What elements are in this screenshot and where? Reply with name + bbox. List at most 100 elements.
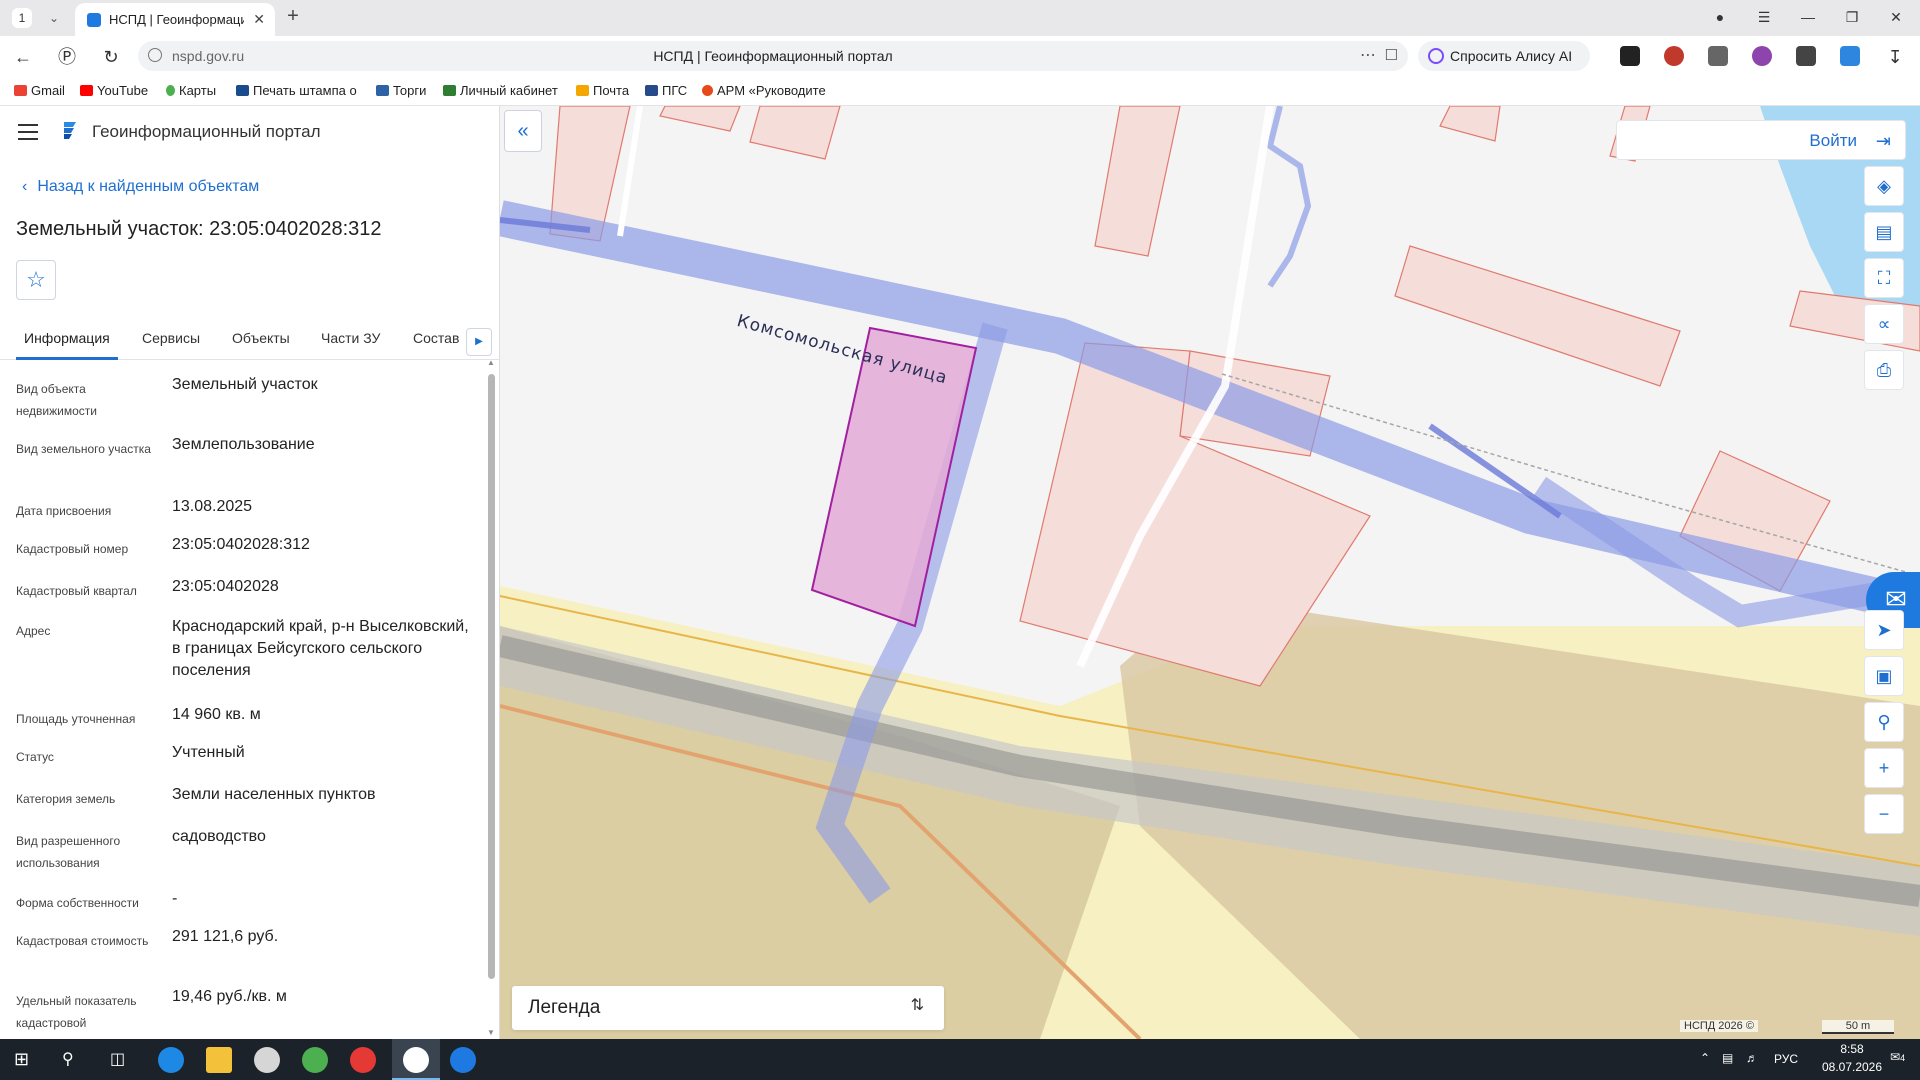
clock-time[interactable]: 8:58: [1822, 1042, 1882, 1056]
ask-alice-button[interactable]: Спросить Алису AI: [1418, 41, 1590, 71]
ruler-button[interactable]: ▤: [1864, 212, 1904, 252]
windows-start-icon[interactable]: ⊞: [14, 1049, 29, 1070]
internet-explorer-icon[interactable]: [158, 1047, 184, 1073]
minimap-button[interactable]: ▣: [1864, 656, 1904, 696]
bookmark-arm[interactable]: АРМ «Руководите: [702, 83, 828, 98]
extension-puzzle-icon[interactable]: [1796, 46, 1816, 66]
property-label: Удельный показатель кадастровой: [16, 994, 137, 1030]
zoom-out-button[interactable]: −: [1864, 794, 1904, 834]
scrollbar-thumb[interactable]: [488, 374, 495, 979]
downloads-icon[interactable]: ↧: [1882, 44, 1908, 70]
property-label: Вид разрешенного использования: [16, 834, 121, 870]
property-value: Землепользование: [172, 436, 315, 453]
zoom-area-button[interactable]: ⚲: [1864, 702, 1904, 742]
tab-counter[interactable]: 1: [12, 8, 32, 28]
browser-menu-icon[interactable]: ☰: [1750, 6, 1778, 28]
notifications-icon[interactable]: ✉4: [1890, 1050, 1905, 1064]
file-explorer-icon[interactable]: [206, 1047, 232, 1073]
search-icon[interactable]: ⚲: [62, 1049, 74, 1069]
yandex-icon[interactable]: Ⓟ: [54, 44, 80, 70]
bookmark-stamp[interactable]: Печать штампа о: [236, 83, 360, 98]
bookmark-pgs[interactable]: ПГС: [645, 83, 687, 98]
map-layers: [500, 106, 1920, 1039]
parcel[interactable]: [1394, 245, 1681, 387]
app-c-icon[interactable]: [254, 1047, 280, 1073]
bookmark-torgi[interactable]: Торги: [376, 83, 426, 98]
extension-circle-icon[interactable]: [1752, 46, 1772, 66]
tab-composition[interactable]: Состав: [413, 330, 459, 346]
browser-app-icon[interactable]: [450, 1047, 476, 1073]
tabs-scroll-right-icon[interactable]: ▶: [466, 328, 492, 356]
youtube-icon: [80, 85, 93, 96]
map-scale: 50 m: [1822, 1020, 1894, 1034]
layers-button[interactable]: ◈: [1864, 166, 1904, 206]
parcel[interactable]: [1094, 106, 1181, 257]
tab-services[interactable]: Сервисы: [142, 330, 200, 346]
bookmark-mail[interactable]: Почта: [576, 83, 629, 98]
extension-k-icon[interactable]: [1620, 46, 1640, 66]
tab-objects[interactable]: Объекты: [232, 330, 290, 346]
print-button[interactable]: ⎙: [1864, 350, 1904, 390]
tab-list-chevron-icon[interactable]: ⌄: [44, 8, 64, 28]
reload-icon[interactable]: ↻: [98, 44, 124, 70]
locate-button[interactable]: ➤: [1864, 610, 1904, 650]
alice-icon: [1428, 48, 1444, 64]
notification-count: 4: [1900, 1053, 1906, 1063]
login-button[interactable]: Войти ⇥: [1616, 120, 1906, 160]
scroll-down-icon[interactable]: ▼: [487, 1028, 495, 1037]
property-value: -: [172, 890, 178, 907]
object-info-panel: Геоинформационный портал ‹ Назад к найден…: [0, 106, 500, 1039]
zoom-area-icon: ⚲: [1877, 712, 1891, 732]
zoom-in-button[interactable]: +: [1864, 748, 1904, 788]
favorite-star-button[interactable]: ☆: [16, 260, 56, 300]
object-title: Земельный участок: 23:05:0402028:312: [16, 218, 382, 240]
collapse-panel-button[interactable]: «: [504, 110, 542, 152]
clock-date[interactable]: 08.07.2026: [1810, 1060, 1894, 1074]
tray-chevron-icon[interactable]: ⌃: [1700, 1051, 1710, 1065]
close-tab-icon[interactable]: ✕: [253, 11, 265, 28]
map-canvas[interactable]: Комсомольская улица « Войти ⇥ ◈ ▤ ⛶ ∝ ⎙ …: [500, 106, 1920, 1039]
network-icon[interactable]: ▤: [1722, 1051, 1733, 1065]
print-icon: ⎙: [1876, 360, 1892, 380]
bookmark-gmail[interactable]: Gmail: [14, 83, 65, 98]
volume-icon[interactable]: ♬: [1746, 1051, 1758, 1065]
profile-icon[interactable]: ●: [1706, 6, 1734, 28]
arm-icon: [702, 85, 713, 96]
bookmark-cabinet[interactable]: Личный кабинет: [443, 83, 558, 98]
task-view-icon[interactable]: ◫: [110, 1049, 125, 1069]
property-value: 14 960 кв. м: [172, 706, 261, 723]
language-indicator[interactable]: РУС: [1774, 1052, 1798, 1066]
tab-information[interactable]: Информация: [24, 330, 110, 346]
parcel[interactable]: [659, 106, 741, 132]
extension-stamp-icon[interactable]: [1664, 46, 1684, 66]
more-dots-icon[interactable]: ⋯: [1360, 45, 1376, 65]
yandex-browser-icon[interactable]: [403, 1047, 429, 1073]
menu-icon[interactable]: [18, 124, 38, 140]
tab-parcel-parts[interactable]: Части ЗУ: [321, 330, 380, 346]
back-arrow-icon[interactable]: ←: [10, 44, 36, 70]
minimize-window-button[interactable]: —: [1794, 6, 1822, 28]
share-button[interactable]: ∝: [1864, 304, 1904, 344]
close-window-button[interactable]: ✕: [1882, 6, 1910, 28]
panel-scrollbar[interactable]: ▲ ▼: [486, 356, 496, 1039]
scroll-up-icon[interactable]: ▲: [487, 358, 495, 367]
new-tab-button[interactable]: +: [282, 6, 304, 28]
bookmark-youtube[interactable]: YouTube: [80, 83, 148, 98]
login-arrow-icon: ⇥: [1875, 131, 1891, 151]
bookmark-maps[interactable]: Карты: [166, 83, 216, 98]
parcel[interactable]: [1439, 106, 1501, 142]
back-to-results-link[interactable]: ‹ Назад к найденным объектам: [22, 178, 259, 196]
extension-hat-icon[interactable]: [1708, 46, 1728, 66]
browser-tab-active[interactable]: НСПД | Геоинформаци ✕: [75, 3, 275, 36]
property-value: Краснодарский край, р-н Выселковский, в …: [172, 618, 469, 679]
yandex-app-icon[interactable]: [350, 1047, 376, 1073]
select-area-button[interactable]: ⛶: [1864, 258, 1904, 298]
minimap-icon: ▣: [1875, 666, 1893, 686]
legend-dropdown[interactable]: Легенда ⇅: [512, 986, 944, 1030]
url-field[interactable]: nspd.gov.ru НСПД | Геоинформационный пор…: [138, 41, 1408, 71]
extension-shield-icon[interactable]: [1840, 46, 1860, 66]
bookmark-icon[interactable]: ☐: [1385, 46, 1398, 64]
parcel[interactable]: [749, 106, 841, 160]
restore-window-button[interactable]: ❐: [1838, 6, 1866, 28]
chrome-icon[interactable]: [302, 1047, 328, 1073]
